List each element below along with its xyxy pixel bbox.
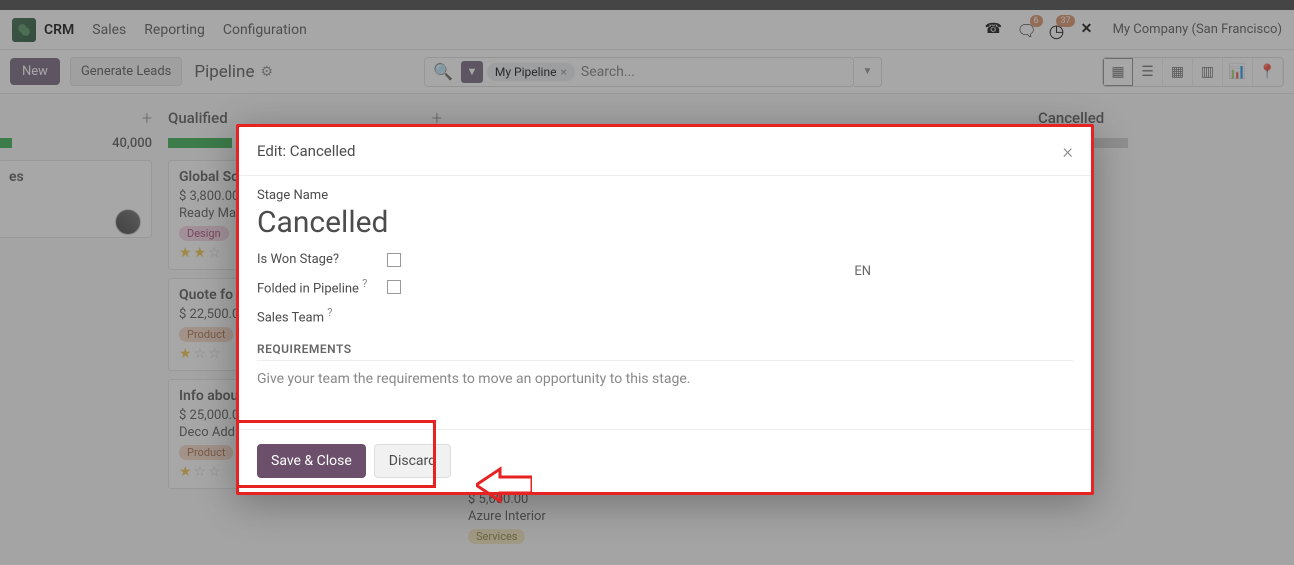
annotation-arrow-icon [476,465,532,509]
requirements-heading: REQUIREMENTS [257,342,1073,356]
language-badge[interactable]: EN [854,264,871,279]
help-icon[interactable]: ? [362,277,367,290]
is-won-checkbox[interactable] [387,253,401,267]
folded-label: Folded in Pipeline ? [257,277,387,296]
discard-button[interactable]: Discard [374,444,451,478]
edit-stage-modal: Edit: Cancelled × Stage Name Cancelled E… [236,124,1094,495]
requirements-input[interactable]: Give your team the requirements to move … [257,371,1073,387]
sales-team-label: Sales Team ? [257,306,387,325]
stage-name-label: Stage Name [257,188,1073,203]
close-icon[interactable]: × [1063,139,1073,163]
is-won-label: Is Won Stage? [257,252,387,267]
save-close-button[interactable]: Save & Close [257,444,366,478]
stage-name-input[interactable]: Cancelled [257,205,1073,240]
folded-checkbox[interactable] [387,280,401,294]
modal-title: Edit: Cancelled [257,142,355,160]
help-icon[interactable]: ? [327,306,332,319]
